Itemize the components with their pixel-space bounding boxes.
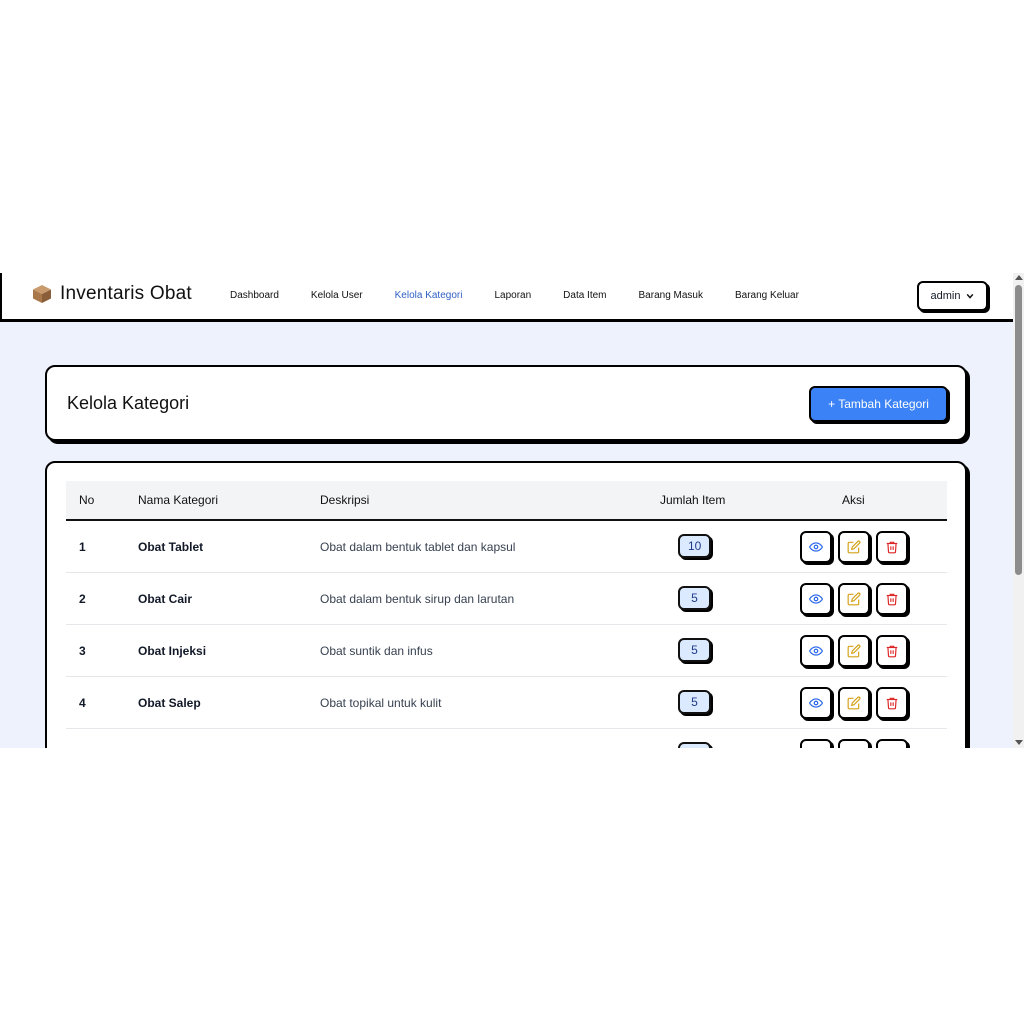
user-name: admin	[930, 290, 961, 302]
trash-icon	[885, 696, 899, 710]
table-row-partial	[66, 729, 947, 748]
row-actions	[800, 687, 908, 719]
category-description: Obat suntik dan infus	[320, 644, 433, 658]
nav-link-dashboard[interactable]: Dashboard	[230, 290, 279, 301]
item-count-badge: 10	[678, 534, 712, 558]
delete-button[interactable]	[876, 583, 908, 615]
table-row: 3 Obat Injeksi Obat suntik dan infus 5	[66, 625, 947, 677]
nav-links: Dashboard Kelola User Kelola Kategori La…	[230, 290, 831, 301]
table-row: 1 Obat Tablet Obat dalam bentuk tablet d…	[66, 521, 947, 573]
table-row: 4 Obat Salep Obat topikal untuk kulit 5	[66, 677, 947, 729]
edit-button[interactable]	[838, 635, 870, 667]
add-category-button[interactable]: + Tambah Kategori	[809, 386, 948, 422]
row-actions	[800, 531, 908, 563]
item-count-badge: 5	[678, 638, 711, 662]
row-actions	[800, 739, 908, 748]
trash-icon	[885, 540, 899, 554]
brand[interactable]: Inventaris Obat	[32, 283, 192, 305]
column-header-no: No	[79, 493, 95, 507]
edit-button[interactable]	[838, 531, 870, 563]
edit-icon	[847, 592, 861, 606]
column-header-description: Deskripsi	[320, 493, 370, 507]
item-count-badge	[678, 742, 711, 748]
delete-button[interactable]	[876, 635, 908, 667]
nav-link-kelola-kategori[interactable]: Kelola Kategori	[395, 290, 463, 301]
table-row: 2 Obat Cair Obat dalam bentuk sirup dan …	[66, 573, 947, 625]
trash-icon	[885, 644, 899, 658]
category-description: Obat dalam bentuk sirup dan larutan	[320, 592, 515, 606]
scrollbar-thumb[interactable]	[1015, 285, 1022, 575]
view-button[interactable]	[800, 531, 832, 563]
view-button[interactable]	[800, 635, 832, 667]
edit-icon	[847, 540, 861, 554]
scrollbar[interactable]	[1013, 273, 1024, 748]
nav-link-laporan[interactable]: Laporan	[494, 290, 531, 301]
eye-icon	[809, 592, 823, 606]
row-actions	[800, 583, 908, 615]
navbar: Inventaris Obat Dashboard Kelola User Ke…	[0, 273, 1013, 322]
page-title: Kelola Kategori	[67, 393, 190, 413]
header-card: Kelola Kategori + Tambah Kategori	[45, 365, 967, 441]
scroll-down-arrow-icon[interactable]	[1015, 740, 1023, 745]
nav-link-barang-keluar[interactable]: Barang Keluar	[735, 290, 799, 301]
eye-icon	[809, 696, 823, 710]
row-number: 1	[79, 540, 86, 554]
app-viewport: Inventaris Obat Dashboard Kelola User Ke…	[0, 273, 1024, 748]
edit-button[interactable]	[838, 687, 870, 719]
category-description: Obat topikal untuk kulit	[320, 696, 442, 710]
app-title: Inventaris Obat	[60, 283, 192, 304]
view-button[interactable]	[800, 687, 832, 719]
category-description: Obat dalam bentuk tablet dan kapsul	[320, 540, 516, 554]
row-number: 3	[79, 644, 86, 658]
table-header: No Nama Kategori Deskripsi Jumlah Item A…	[66, 481, 947, 521]
user-menu-button[interactable]: admin	[917, 281, 988, 311]
row-actions	[800, 635, 908, 667]
category-table: No Nama Kategori Deskripsi Jumlah Item A…	[66, 481, 947, 748]
edit-icon	[847, 696, 861, 710]
row-number: 4	[79, 696, 86, 710]
delete-button[interactable]	[876, 531, 908, 563]
view-button[interactable]	[800, 739, 832, 748]
delete-button[interactable]	[876, 687, 908, 719]
eye-icon	[809, 644, 823, 658]
trash-icon	[885, 592, 899, 606]
category-name: Obat Cair	[138, 592, 193, 606]
table-body: 1 Obat Tablet Obat dalam bentuk tablet d…	[66, 521, 947, 748]
row-number: 2	[79, 592, 86, 606]
view-button[interactable]	[800, 583, 832, 615]
category-name: Obat Salep	[138, 696, 201, 710]
item-count-badge: 5	[678, 690, 711, 714]
edit-button[interactable]	[838, 739, 870, 748]
box-icon	[33, 285, 51, 303]
category-name: Obat Tablet	[138, 540, 204, 554]
scroll-up-arrow-icon[interactable]	[1015, 275, 1023, 280]
column-header-actions: Aksi	[842, 493, 865, 507]
edit-button[interactable]	[838, 583, 870, 615]
nav-link-data-item[interactable]: Data Item	[563, 290, 606, 301]
nav-link-barang-masuk[interactable]: Barang Masuk	[639, 290, 703, 301]
item-count-badge: 5	[678, 586, 711, 610]
eye-icon	[809, 540, 823, 554]
delete-button[interactable]	[876, 739, 908, 748]
edit-icon	[847, 644, 861, 658]
chevron-down-icon	[967, 293, 974, 299]
column-header-name: Nama Kategori	[138, 493, 219, 507]
column-header-item-count: Jumlah Item	[660, 493, 726, 507]
category-name: Obat Injeksi	[138, 644, 207, 658]
category-table-card: No Nama Kategori Deskripsi Jumlah Item A…	[45, 461, 967, 748]
nav-link-kelola-user[interactable]: Kelola User	[311, 290, 363, 301]
